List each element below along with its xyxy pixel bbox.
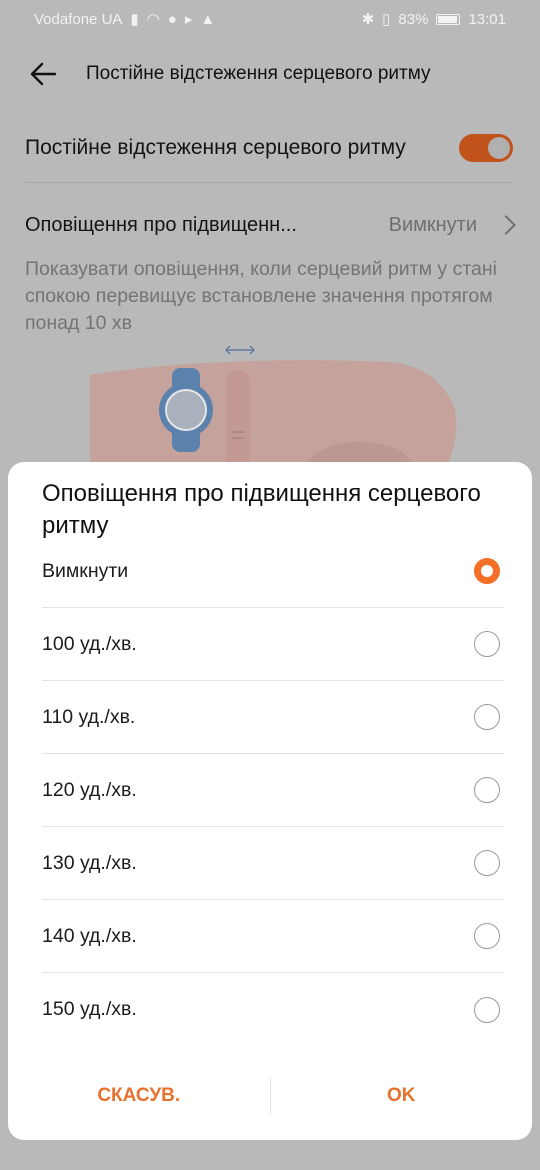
signal-icon: ▮ bbox=[130, 10, 139, 28]
dialog-title: Оповіщення про підвищення серцевого ритм… bbox=[42, 480, 481, 539]
radio-icon[interactable] bbox=[474, 923, 500, 949]
dialog-buttons: СКАСУВ. OK bbox=[8, 1076, 532, 1116]
status-bar: Vodafone UA ▮ ◠ ● ▸ ▲ ✱ ▯ 83% 13:01 bbox=[0, 0, 540, 38]
wrist-watch-illustration bbox=[90, 345, 457, 470]
option-label: 110 уд./хв. bbox=[42, 705, 136, 728]
option-label: 130 уд./хв. bbox=[42, 851, 137, 874]
header: Постійне відстеження серцевого ритму bbox=[0, 38, 540, 110]
divider bbox=[25, 182, 513, 183]
radio-icon[interactable] bbox=[474, 777, 500, 803]
ok-button[interactable]: OK bbox=[271, 1085, 533, 1107]
back-button[interactable] bbox=[0, 38, 86, 110]
continuous-tracking-toggle[interactable] bbox=[459, 134, 513, 162]
twitter-icon: ▸ bbox=[184, 10, 193, 28]
page-title: Постійне відстеження серцевого ритму bbox=[86, 63, 431, 84]
navigation-icon: ▲ bbox=[200, 10, 216, 28]
radio-icon[interactable] bbox=[474, 996, 500, 1023]
alert-label: Оповіщення про підвищенн... bbox=[25, 213, 297, 236]
option-label: 140 уд./хв. bbox=[42, 924, 137, 947]
bluetooth-icon: ✱ bbox=[361, 10, 375, 28]
option-label: 100 уд./хв. bbox=[42, 632, 137, 655]
chevron-right-icon bbox=[496, 215, 516, 235]
back-arrow-icon bbox=[30, 62, 57, 86]
option-label: 120 уд./хв. bbox=[42, 778, 137, 801]
option-140[interactable]: 140 уд./хв. bbox=[42, 900, 504, 973]
option-off[interactable]: Вимкнути bbox=[42, 535, 504, 608]
options-list: Вимкнути 100 уд./хв. 110 уд./хв. 120 уд.… bbox=[42, 535, 504, 1046]
option-150[interactable]: 150 уд./хв. bbox=[42, 973, 504, 1046]
option-130[interactable]: 130 уд./хв. bbox=[42, 827, 504, 900]
alert-value: Вимкнути bbox=[388, 213, 477, 236]
alert-description: Показувати оповіщення, коли серцевий рит… bbox=[25, 258, 497, 334]
radio-icon[interactable] bbox=[474, 850, 500, 876]
alert-threshold-dialog: Оповіщення про підвищення серцевого ритм… bbox=[8, 462, 532, 1140]
carrier-name: Vodafone UA bbox=[34, 10, 123, 28]
option-120[interactable]: 120 уд./хв. bbox=[42, 754, 504, 827]
radio-icon[interactable] bbox=[474, 704, 500, 730]
radio-selected-icon[interactable] bbox=[474, 558, 500, 584]
cancel-button[interactable]: СКАСУВ. bbox=[8, 1085, 270, 1107]
radio-icon[interactable] bbox=[474, 631, 500, 657]
spotify-icon: ● bbox=[167, 10, 177, 28]
clock: 13:01 bbox=[468, 10, 506, 28]
alert-value-group: Вимкнути bbox=[388, 213, 516, 237]
continuous-tracking-label: Постійне відстеження серцевого ритму bbox=[25, 136, 406, 159]
option-100[interactable]: 100 уд./хв. bbox=[42, 608, 504, 681]
battery-percent: 83% bbox=[398, 10, 429, 28]
alert-row[interactable]: Оповіщення про підвищенн... Вимкнути bbox=[25, 200, 516, 250]
vibrate-icon: ▯ bbox=[382, 10, 391, 28]
option-label: 150 уд./хв. bbox=[42, 998, 137, 1020]
continuous-tracking-row[interactable]: Постійне відстеження серцевого ритму bbox=[25, 126, 513, 170]
battery-icon bbox=[436, 13, 461, 25]
option-110[interactable]: 110 уд./хв. bbox=[42, 681, 504, 754]
option-label: Вимкнути bbox=[42, 559, 129, 582]
wifi-icon: ◠ bbox=[146, 10, 160, 28]
